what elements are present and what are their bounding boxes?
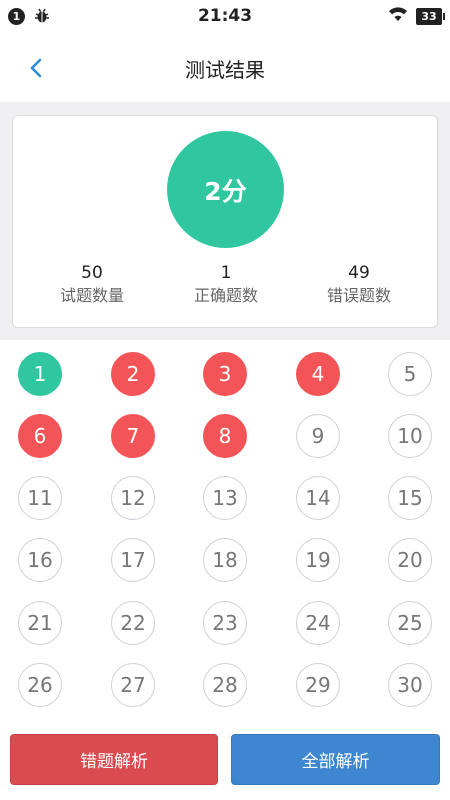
score-circle: 2分: [167, 131, 284, 248]
app-bar: 测试结果: [0, 32, 450, 102]
question-24-button[interactable]: 24: [296, 601, 340, 645]
question-13-button[interactable]: 13: [203, 476, 247, 520]
answer-grid: 1 2 3 4 5 6 7 8 9 10 11 12 13 14 15 16 17 18 19 20 21 22 23 24 2…: [0, 340, 450, 720]
all-analysis-button[interactable]: 全部解析: [231, 734, 440, 785]
question-14-button[interactable]: 14: [296, 476, 340, 520]
page-title: 测试结果: [185, 58, 265, 82]
question-2-button[interactable]: 2: [111, 352, 155, 396]
question-21-button[interactable]: 21: [18, 601, 62, 645]
wifi-icon: [388, 6, 408, 26]
question-8-button[interactable]: 8: [203, 414, 247, 458]
status-bar: 1 21:43 33: [0, 0, 450, 32]
question-29-button[interactable]: 29: [296, 663, 340, 707]
stat-correct-count: 1 正确题数: [156, 262, 296, 308]
question-7-button[interactable]: 7: [111, 414, 155, 458]
stat-label: 正确题数: [193, 286, 258, 305]
question-22-button[interactable]: 22: [111, 601, 155, 645]
stat-label: 错误题数: [326, 286, 391, 305]
question-25-button[interactable]: 25: [388, 601, 432, 645]
wrong-analysis-button[interactable]: 错题解析: [10, 734, 218, 785]
stat-wrong-count: 49 错误题数: [289, 262, 429, 308]
stat-value: 1: [220, 263, 232, 283]
question-15-button[interactable]: 15: [388, 476, 432, 520]
question-12-button[interactable]: 12: [111, 476, 155, 520]
question-26-button[interactable]: 26: [18, 663, 62, 707]
stat-total-questions: 50 试题数量: [22, 262, 162, 308]
question-9-button[interactable]: 9: [296, 414, 340, 458]
question-6-button[interactable]: 6: [18, 414, 62, 458]
battery-icon: 33: [416, 7, 445, 25]
question-19-button[interactable]: 19: [296, 538, 340, 582]
question-20-button[interactable]: 20: [388, 538, 432, 582]
summary-area: 2分 50 试题数量 1 正确题数 49 错误题数: [0, 102, 450, 340]
question-4-button[interactable]: 4: [296, 352, 340, 396]
stat-value: 50: [81, 263, 103, 283]
question-11-button[interactable]: 11: [18, 476, 62, 520]
question-28-button[interactable]: 28: [203, 663, 247, 707]
status-right: 33: [388, 6, 445, 26]
question-10-button[interactable]: 10: [388, 414, 432, 458]
question-27-button[interactable]: 27: [111, 663, 155, 707]
question-1-button[interactable]: 1: [18, 352, 62, 396]
summary-card: 2分 50 试题数量 1 正确题数 49 错误题数: [12, 115, 438, 328]
stat-value: 49: [348, 263, 370, 283]
question-23-button[interactable]: 23: [203, 601, 247, 645]
question-17-button[interactable]: 17: [111, 538, 155, 582]
question-30-button[interactable]: 30: [388, 663, 432, 707]
question-3-button[interactable]: 3: [203, 352, 247, 396]
status-time: 21:43: [197, 6, 253, 26]
question-16-button[interactable]: 16: [18, 538, 62, 582]
question-5-button[interactable]: 5: [388, 352, 432, 396]
stat-label: 试题数量: [59, 286, 124, 305]
question-18-button[interactable]: 18: [203, 538, 247, 582]
